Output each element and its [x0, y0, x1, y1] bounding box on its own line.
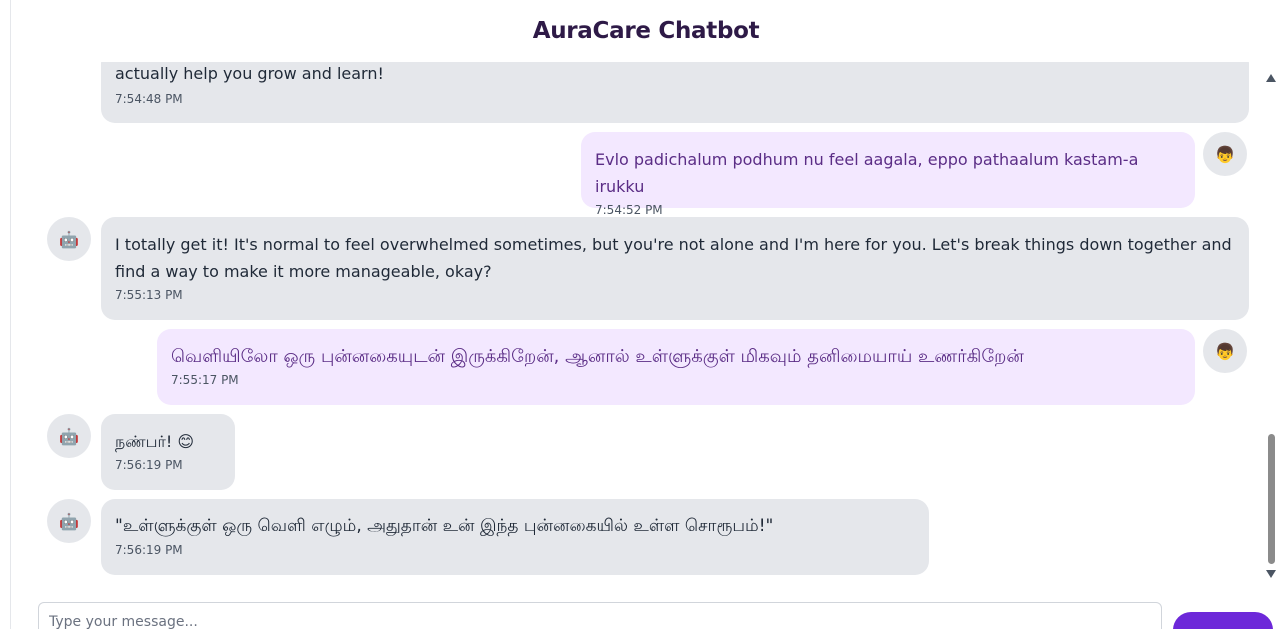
page-title: AuraCare Chatbot: [532, 18, 760, 44]
bot-message: "உள்ளுக்குள் ஒரு வெளி எழும், அதுதான் உன்…: [101, 499, 929, 575]
message-text: நண்பர்! 😊: [115, 432, 195, 451]
message-time: 7:55:13 PM: [115, 288, 183, 302]
scrollbar-thumb[interactable]: [1268, 434, 1275, 564]
send-button[interactable]: [1173, 612, 1273, 629]
bot-message: I totally get it! It's normal to feel ov…: [101, 217, 1249, 320]
robot-icon: 🤖: [59, 229, 79, 249]
robot-icon: 🤖: [59, 426, 79, 446]
user-avatar: 👦: [1203, 132, 1247, 176]
message-time: 7:55:17 PM: [171, 373, 239, 387]
user-message: Evlo padichalum podhum nu feel aagala, e…: [581, 132, 1195, 217]
message-text: வெளியிலோ ஒரு புன்னகையுடன் இருக்கிறேன், ஆ…: [171, 346, 1024, 367]
message-text: find a way to make it more manageable, o…: [115, 262, 492, 281]
chat-header: AuraCare Chatbot: [11, 0, 1280, 62]
bot-avatar: 🤖: [47, 414, 91, 458]
message-time: 7:54:52 PM: [595, 203, 663, 217]
message-text: actually help you grow and learn!: [115, 64, 384, 83]
user-message: வெளியிலோ ஒரு புன்னகையுடன் இருக்கிறேன், ஆ…: [157, 329, 1195, 405]
scroll-up-arrow-icon[interactable]: [1266, 74, 1276, 82]
user-face-icon: 👦: [1215, 341, 1235, 361]
message-text: "உள்ளுக்குள் ஒரு வெளி எழும், அதுதான் உன்…: [115, 516, 774, 536]
message-text: Evlo padichalum podhum nu feel aagala, e…: [595, 150, 1139, 196]
user-face-icon: 👦: [1215, 144, 1235, 164]
message-time: 7:56:19 PM: [115, 543, 183, 557]
bot-message: actually help you grow and learn! 7:54:4…: [101, 62, 1249, 123]
user-avatar: 👦: [1203, 329, 1247, 373]
message-list[interactable]: actually help you grow and learn! 7:54:4…: [11, 62, 1280, 590]
message-time: 7:54:48 PM: [115, 92, 183, 106]
bot-avatar: 🤖: [47, 499, 91, 543]
chat-app: AuraCare Chatbot actually help you grow …: [10, 0, 1280, 629]
input-bar: [11, 590, 1280, 629]
bot-avatar: 🤖: [47, 217, 91, 261]
robot-icon: 🤖: [59, 511, 79, 531]
message-text: I totally get it! It's normal to feel ov…: [115, 235, 1232, 254]
scroll-down-arrow-icon[interactable]: [1266, 570, 1276, 578]
message-time: 7:56:19 PM: [115, 458, 183, 472]
message-input[interactable]: [38, 602, 1162, 629]
bot-message: நண்பர்! 😊 7:56:19 PM: [101, 414, 235, 490]
chat-scrollbar[interactable]: [1261, 62, 1280, 590]
